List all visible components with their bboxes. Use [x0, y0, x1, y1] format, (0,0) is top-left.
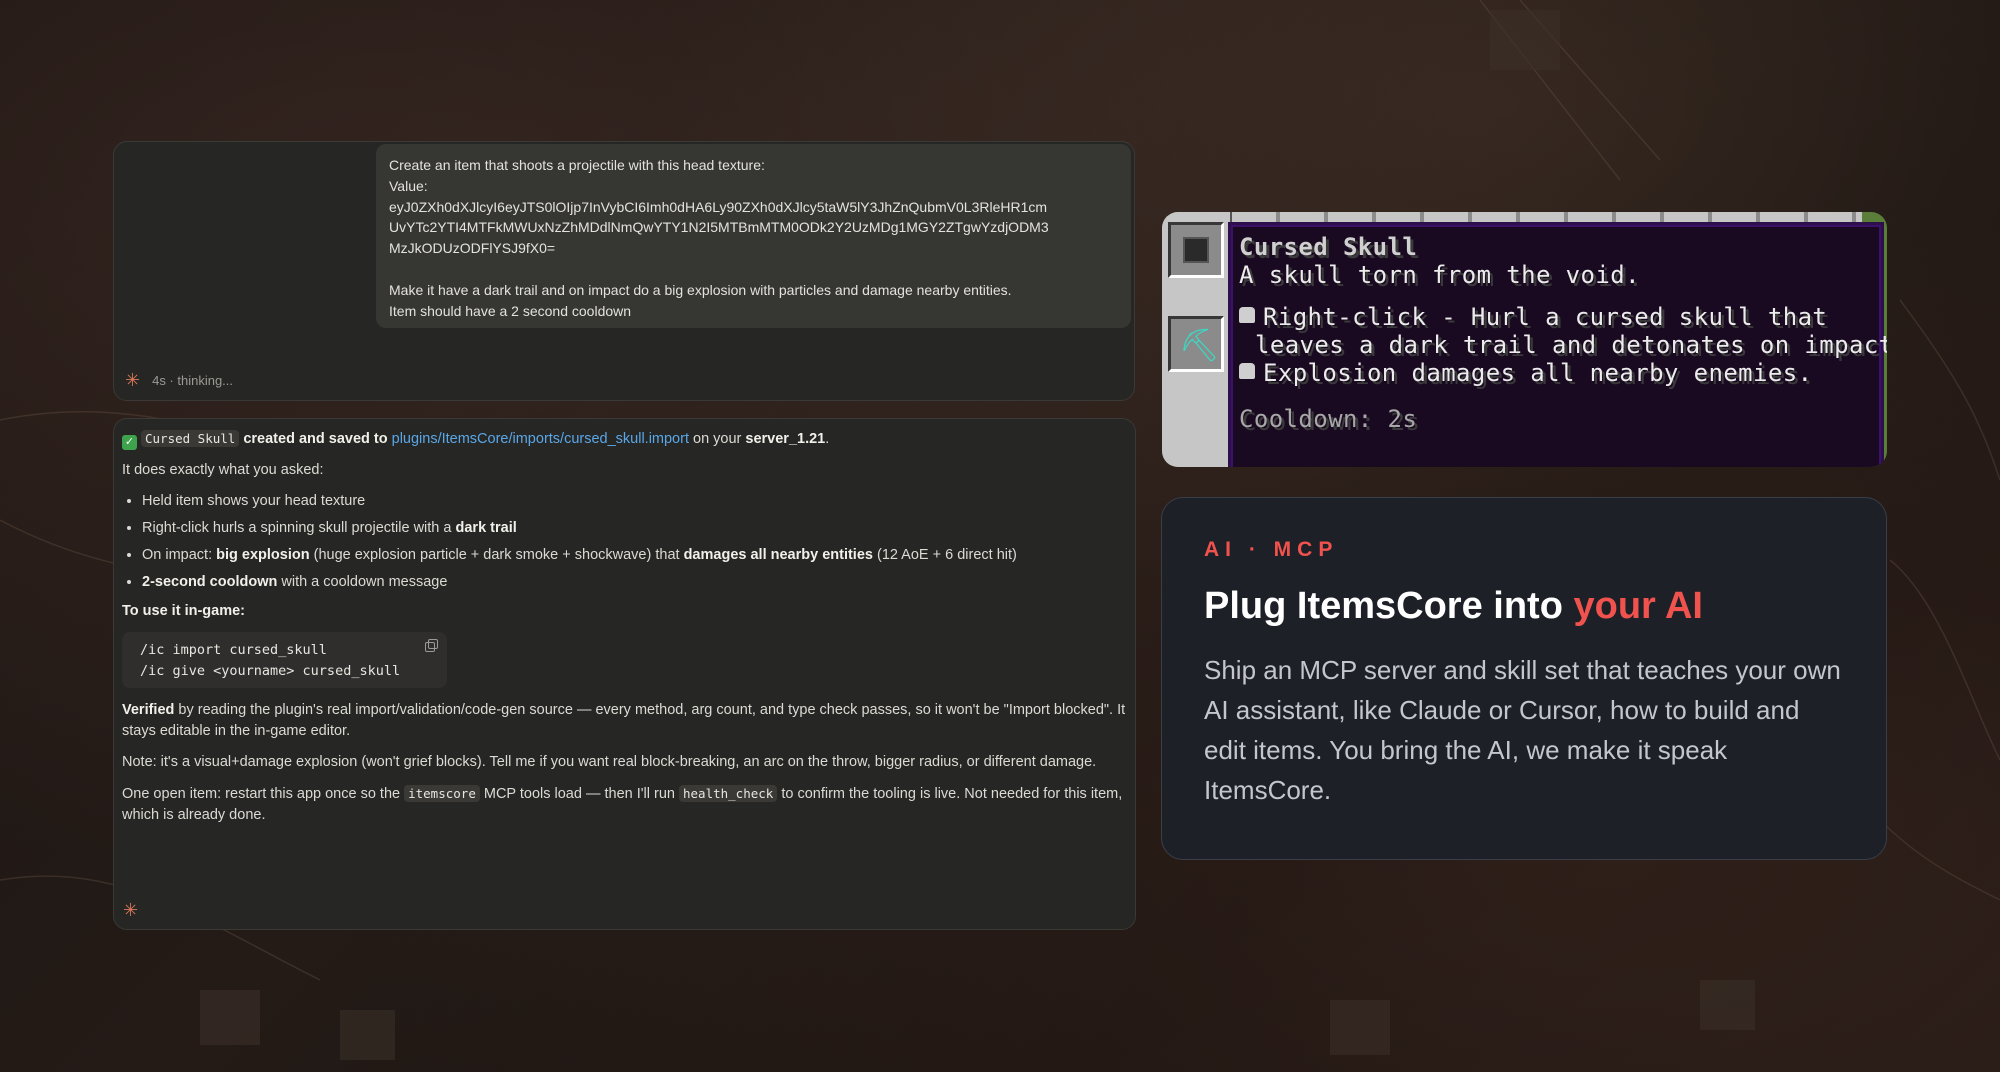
checkmark-icon: ✓ [122, 435, 137, 450]
sparkle-icon: ✳ [123, 900, 139, 920]
prompt-line: Make it have a dark trail and on impact … [389, 281, 1012, 298]
list-text: Right-click hurls a spinning skull proje… [142, 520, 456, 536]
headline-accent: your AI [1573, 585, 1703, 627]
tooltip-line: Explosion damages all nearby enemies. [1239, 359, 1873, 387]
code-line: /ic import cursed_skull [140, 642, 327, 658]
thinking-text: 4s · thinking... [152, 372, 234, 388]
list-bold: damages all nearby entities [683, 547, 873, 563]
verified-text: by reading the plugin's real import/vali… [122, 702, 1126, 739]
prompt-line: MzJkODUzODFlYSJ9fX0= [389, 240, 556, 257]
prompt-line: eyJ0ZXh0dXJlcyI6eyJTS0lOIjp7InVybCI6Imh0… [389, 198, 1048, 215]
skull-item-icon [1183, 237, 1209, 263]
pickaxe-icon: ⛏ [1179, 327, 1220, 363]
server-name: server_1.21 [745, 431, 826, 447]
list-text: (12 AoE + 6 direct hit) [872, 547, 1017, 563]
tooltip-cooldown: Cooldown: 2s [1239, 405, 1418, 433]
on-text: on your [688, 431, 746, 447]
list-item: 2-second cooldown with a cooldown messag… [142, 572, 1127, 593]
tooltip-lore: A skull torn from the void. [1239, 261, 1640, 289]
user-prompt-bubble: Create an item that shoots a projectile … [376, 144, 1131, 328]
open-text: One open item: restart this app once so … [122, 786, 405, 802]
to-use-heading: To use it in-game: [122, 603, 245, 619]
inventory-slot: ⛏ [1168, 316, 1224, 372]
prompt-line: UvYTc2YTI4MTFkMWUxNzZhMDdlNmQwYTY1N2I5MT… [389, 219, 1049, 236]
tooltip-line: Right-click - Hurl a cursed skull that [1239, 303, 1873, 331]
code-block[interactable]: /ic import cursed_skull /ic give <yourna… [122, 632, 447, 688]
list-text: On impact: [142, 547, 217, 563]
list-text: with a cooldown message [277, 574, 448, 590]
skull-icon [1239, 363, 1255, 379]
intro-text: It does exactly what you asked: [122, 462, 324, 478]
tooltip-item-name: Cursed Skull [1239, 233, 1418, 261]
list-item: Right-click hurls a spinning skull proje… [142, 518, 1127, 539]
eyebrow-label: AI · MCP [1204, 538, 1339, 561]
assistant-response-card: ✓ Cursed Skull created and saved to plugi… [113, 418, 1136, 930]
tooltip-line-text: Right-click - Hurl a cursed skull that [1263, 303, 1828, 331]
verified-paragraph: Verified by reading the plugin's real im… [122, 700, 1127, 742]
prompt-card: Create an item that shoots a projectile … [113, 141, 1135, 401]
note-paragraph: Note: it's a visual+damage explosion (wo… [122, 754, 1097, 770]
prompt-gap [389, 259, 1118, 280]
list-text: Held item shows your head texture [142, 493, 366, 509]
list-bold: 2-second cooldown [142, 574, 278, 590]
inline-code: itemscore [404, 785, 480, 802]
list-item: Held item shows your head texture [142, 491, 1127, 512]
inline-code: health_check [679, 785, 778, 802]
open-text: MCP tools load — then I'll run [479, 786, 679, 802]
inventory-strip: ⛏ [1162, 212, 1232, 467]
item-code: Cursed Skull [141, 430, 240, 447]
sparkle-icon: ✳ [125, 370, 141, 390]
minecraft-tooltip-preview: ⛏ Cursed Skull A skull torn from the voi… [1162, 212, 1887, 467]
list-bold: big explosion [216, 547, 310, 563]
prompt-line: Value: [389, 177, 428, 194]
created-text: created and saved to [239, 431, 392, 447]
list-text: (huge explosion particle + dark smoke + … [309, 547, 684, 563]
period: . [825, 431, 830, 447]
inventory-slot [1168, 222, 1224, 278]
copy-icon[interactable] [425, 639, 438, 652]
skull-icon [1239, 307, 1255, 323]
tooltip-line: leaves a dark trail and detonates on imp… [1255, 331, 1887, 359]
verified-bold: Verified [122, 702, 175, 718]
item-tooltip: Cursed Skull A skull torn from the void.… [1228, 222, 1887, 467]
list-bold: dark trail [455, 520, 517, 536]
feature-description: Ship an MCP server and skill set that te… [1204, 655, 1841, 805]
thinking-status: ✳ 4s · thinking... [125, 371, 233, 389]
summary-line: ✓ Cursed Skull created and saved to plugi… [122, 428, 1127, 450]
code-line: /ic give <yourname> cursed_skull [140, 663, 401, 679]
prompt-line: Item should have a 2 second cooldown [389, 302, 632, 319]
list-item: On impact: big explosion (huge explosion… [142, 545, 1127, 566]
file-path-link[interactable]: plugins/ItemsCore/imports/cursed_skull.i… [392, 431, 689, 447]
feature-list: Held item shows your head texture Right-… [142, 491, 1127, 593]
feature-headline: Plug ItemsCore into your AI [1204, 584, 1844, 628]
open-item-paragraph: One open item: restart this app once so … [122, 783, 1127, 826]
headline-text: Plug ItemsCore into [1204, 585, 1574, 627]
ai-mcp-feature-card: AI · MCP Plug ItemsCore into your AI Shi… [1161, 497, 1887, 860]
tooltip-line-text: Explosion damages all nearby enemies. [1263, 359, 1813, 387]
prompt-line: Create an item that shoots a projectile … [389, 157, 765, 173]
